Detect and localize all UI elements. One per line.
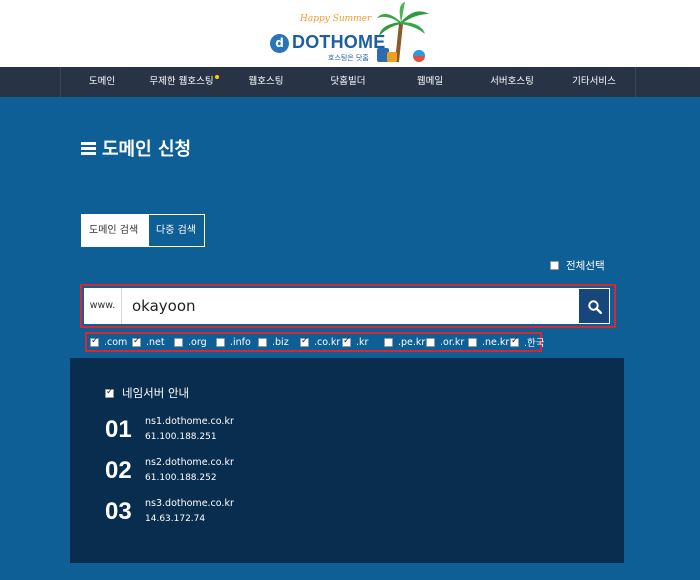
tld-option-co-kr[interactable]: .co.kr [300,336,340,348]
logo-mark-icon: d [270,34,289,53]
main-content: 도메인 신청 도메인 검색 다중 검색 전체선택 www. .com .net … [0,97,700,580]
select-all-checkbox[interactable] [550,261,559,270]
nameserver-number: 01 [105,416,132,443]
tld-option-com[interactable]: .com [90,336,128,348]
search-icon [588,300,602,314]
logo-tagline: Happy Summer [300,14,372,24]
tld-option-or-kr[interactable]: .or.kr [426,337,464,348]
www-prefix: www. [84,288,122,324]
palm-tree-icon [377,2,429,63]
main-nav: 도메인 무제한 웹호스팅 웹호스팅 닷홈빌더 웹메일 서버호스팅 기타서비스 [0,67,700,97]
tld-checkbox[interactable] [174,337,183,347]
search-button[interactable] [578,288,610,324]
nameserver-ip: 61.100.188.251 [145,432,217,442]
nav-item-domain[interactable]: 도메인 [61,67,143,97]
tld-option-org[interactable]: .org [174,337,212,348]
nameserver-ip: 14.63.172.74 [145,514,206,524]
page-title: 도메인 신청 [81,135,191,161]
tld-option-biz[interactable]: .biz [258,337,296,348]
nameserver-host: ns3.dothome.co.kr [145,498,234,509]
nameserver-host: ns1.dothome.co.kr [145,416,234,427]
tld-option-info[interactable]: .info [216,337,254,348]
nav-item-unlimited-hosting[interactable]: 무제한 웹호스팅 [143,67,225,97]
logo-subtext: 호스팅은 닷홈 [328,54,369,62]
domain-search-box: www. [84,288,610,324]
logo-brand-text: DOTHOME [292,32,386,52]
new-badge-dot [214,75,219,79]
select-all-toggle[interactable]: 전체선택 [550,258,605,273]
domain-search-input[interactable] [128,288,568,324]
nav-item-server-hosting[interactable]: 서버호스팅 [471,67,553,97]
search-mode-tabs: 도메인 검색 다중 검색 [81,214,205,247]
tld-option-ne-kr[interactable]: .ne.kr [468,337,509,348]
tld-checkbox[interactable] [258,337,267,347]
tld-checkbox-list: .com .net .org .info .biz .co.kr .kr .pe… [90,335,552,349]
nameserver-number: 02 [105,457,132,484]
tld-checkbox[interactable] [510,336,519,347]
select-all-label: 전체선택 [566,260,605,272]
tld-checkbox[interactable] [384,337,393,347]
nameserver-host: ns2.dothome.co.kr [145,457,234,468]
nav-item-web-hosting[interactable]: 웹호스팅 [225,67,307,97]
nameserver-number: 03 [105,498,132,525]
tld-checkbox[interactable] [300,336,309,347]
tld-option-pe-kr[interactable]: .pe.kr [384,337,425,348]
tld-option-kr[interactable]: .kr [342,336,380,348]
tld-option-hangul[interactable]: .한국 [510,335,548,349]
nav-item-builder[interactable]: 닷홈빌더 [307,67,389,97]
tld-checkbox[interactable] [90,336,99,347]
menu-list-icon [81,140,96,157]
tld-option-net[interactable]: .net [132,336,170,348]
tld-checkbox[interactable] [216,337,225,347]
nameserver-ip: 61.100.188.252 [145,473,217,483]
site-logo[interactable]: Happy Summer d DOTHOME 호스팅은 닷홈 [270,2,430,64]
nav-item-other-services[interactable]: 기타서비스 [553,67,635,97]
tld-checkbox[interactable] [132,336,141,347]
nameserver-panel: 네임서버 안내 01 ns1.dothome.co.kr 61.100.188.… [70,358,624,563]
tab-multi-search[interactable]: 다중 검색 [148,214,205,247]
tld-checkbox[interactable] [468,337,477,347]
tab-domain-search[interactable]: 도메인 검색 [81,214,148,247]
nameserver-title[interactable]: 네임서버 안내 [105,385,189,401]
tld-checkbox[interactable] [426,337,435,347]
tld-checkbox[interactable] [342,336,351,347]
nameserver-checkbox[interactable] [105,387,114,398]
nav-item-webmail[interactable]: 웹메일 [389,67,471,97]
site-header: Happy Summer d DOTHOME 호스팅은 닷홈 [0,0,700,67]
